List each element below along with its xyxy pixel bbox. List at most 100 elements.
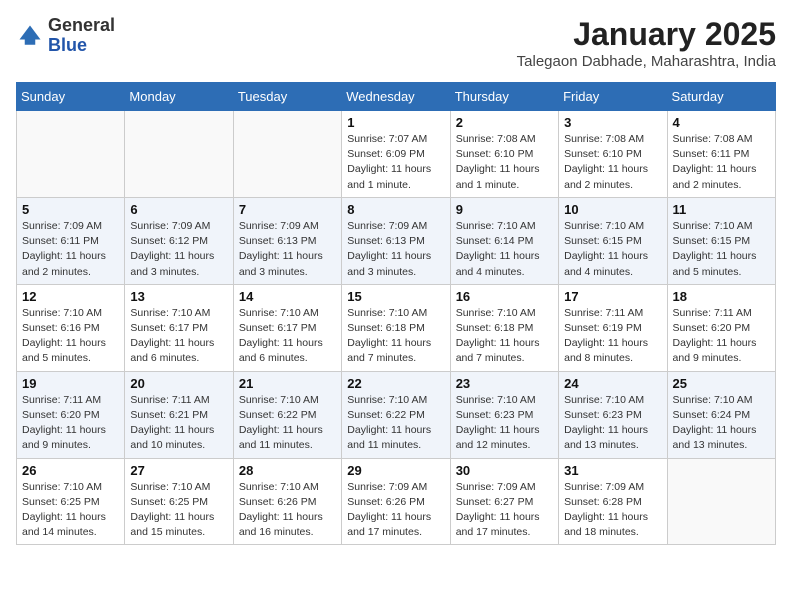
day-info: Sunrise: 7:10 AM Sunset: 6:26 PM Dayligh… (239, 480, 336, 541)
day-number: 12 (22, 289, 119, 304)
day-info: Sunrise: 7:08 AM Sunset: 6:10 PM Dayligh… (564, 132, 661, 193)
calendar-header-row: Sunday Monday Tuesday Wednesday Thursday… (17, 83, 776, 111)
logo: General Blue (16, 16, 115, 56)
day-number: 18 (673, 289, 770, 304)
day-number: 1 (347, 115, 444, 130)
day-number: 20 (130, 376, 227, 391)
col-thursday: Thursday (450, 83, 558, 111)
table-row: 1Sunrise: 7:07 AM Sunset: 6:09 PM Daylig… (342, 111, 450, 198)
table-row (667, 458, 775, 545)
day-info: Sunrise: 7:10 AM Sunset: 6:24 PM Dayligh… (673, 393, 770, 454)
table-row: 30 Sunrise: 7:09 AM Sunset: 6:27 PM Dayli… (450, 458, 558, 545)
day-number: 25 (673, 376, 770, 391)
table-row: 20 Sunrise: 7:11 AM Sunset: 6:21 PM Dayli… (125, 371, 233, 458)
day-number: 13 (130, 289, 227, 304)
day-number: 29 (347, 463, 444, 478)
day-number: 15 (347, 289, 444, 304)
day-number: 2 (456, 115, 553, 130)
table-row: 17 Sunrise: 7:11 AM Sunset: 6:19 PM Dayli… (559, 284, 667, 371)
table-row: 9Sunrise: 7:10 AM Sunset: 6:14 PM Daylig… (450, 197, 558, 284)
day-info: Sunrise: 7:09 AM Sunset: 6:12 PM Dayligh… (130, 219, 227, 280)
table-row: 31 Sunrise: 7:09 AM Sunset: 6:28 PM Dayli… (559, 458, 667, 545)
day-info: Sunrise: 7:10 AM Sunset: 6:22 PM Dayligh… (239, 393, 336, 454)
day-number: 17 (564, 289, 661, 304)
logo-blue-text: Blue (48, 35, 87, 55)
table-row: 8 Sunrise: 7:09 AM Sunset: 6:13 PM Daylig… (342, 197, 450, 284)
table-row: 23Sunrise: 7:10 AM Sunset: 6:23 PM Dayli… (450, 371, 558, 458)
day-info: Sunrise: 7:09 AM Sunset: 6:13 PM Dayligh… (347, 219, 444, 280)
day-info: Sunrise: 7:10 AM Sunset: 6:17 PM Dayligh… (130, 306, 227, 367)
day-number: 23 (456, 376, 553, 391)
day-number: 11 (673, 202, 770, 217)
day-info: Sunrise: 7:10 AM Sunset: 6:16 PM Dayligh… (22, 306, 119, 367)
col-tuesday: Tuesday (233, 83, 341, 111)
col-saturday: Saturday (667, 83, 775, 111)
day-info: Sunrise: 7:09 AM Sunset: 6:13 PM Dayligh… (239, 219, 336, 280)
day-info: Sunrise: 7:10 AM Sunset: 6:22 PM Dayligh… (347, 393, 444, 454)
table-row: 14Sunrise: 7:10 AM Sunset: 6:17 PM Dayli… (233, 284, 341, 371)
col-monday: Monday (125, 83, 233, 111)
calendar-table: Sunday Monday Tuesday Wednesday Thursday… (16, 82, 776, 545)
table-row: 27 Sunrise: 7:10 AM Sunset: 6:25 PM Dayli… (125, 458, 233, 545)
day-number: 22 (347, 376, 444, 391)
day-number: 26 (22, 463, 119, 478)
month-year-title: January 2025 (517, 16, 776, 53)
table-row: 12 Sunrise: 7:10 AM Sunset: 6:16 PM Dayli… (17, 284, 125, 371)
table-row: 6 Sunrise: 7:09 AM Sunset: 6:12 PM Daylig… (125, 197, 233, 284)
day-number: 14 (239, 289, 336, 304)
day-info: Sunrise: 7:11 AM Sunset: 6:21 PM Dayligh… (130, 393, 227, 454)
col-friday: Friday (559, 83, 667, 111)
day-info: Sunrise: 7:10 AM Sunset: 6:15 PM Dayligh… (564, 219, 661, 280)
day-number: 7 (239, 202, 336, 217)
day-info: Sunrise: 7:10 AM Sunset: 6:25 PM Dayligh… (22, 480, 119, 541)
table-row: 19 Sunrise: 7:11 AM Sunset: 6:20 PM Dayli… (17, 371, 125, 458)
day-info: Sunrise: 7:09 AM Sunset: 6:28 PM Dayligh… (564, 480, 661, 541)
table-row: 5Sunrise: 7:09 AM Sunset: 6:11 PM Daylig… (17, 197, 125, 284)
location-subtitle: Talegaon Dabhade, Maharashtra, India (517, 53, 776, 70)
table-row: 16Sunrise: 7:10 AM Sunset: 6:18 PM Dayli… (450, 284, 558, 371)
table-row: 13 Sunrise: 7:10 AM Sunset: 6:17 PM Dayli… (125, 284, 233, 371)
table-row: 2Sunrise: 7:08 AM Sunset: 6:10 PM Daylig… (450, 111, 558, 198)
day-number: 6 (130, 202, 227, 217)
calendar-week-row: 19 Sunrise: 7:11 AM Sunset: 6:20 PM Dayli… (17, 371, 776, 458)
day-number: 30 (456, 463, 553, 478)
day-number: 5 (22, 202, 119, 217)
day-info: Sunrise: 7:10 AM Sunset: 6:18 PM Dayligh… (347, 306, 444, 367)
table-row: 21 Sunrise: 7:10 AM Sunset: 6:22 PM Dayli… (233, 371, 341, 458)
table-row: 28Sunrise: 7:10 AM Sunset: 6:26 PM Dayli… (233, 458, 341, 545)
table-row (17, 111, 125, 198)
logo-general-text: General (48, 15, 115, 35)
table-row: 15 Sunrise: 7:10 AM Sunset: 6:18 PM Dayli… (342, 284, 450, 371)
logo-icon (16, 22, 44, 50)
table-row: 26 Sunrise: 7:10 AM Sunset: 6:25 PM Dayli… (17, 458, 125, 545)
day-info: Sunrise: 7:10 AM Sunset: 6:23 PM Dayligh… (564, 393, 661, 454)
table-row (233, 111, 341, 198)
day-info: Sunrise: 7:11 AM Sunset: 6:20 PM Dayligh… (22, 393, 119, 454)
day-info: Sunrise: 7:11 AM Sunset: 6:19 PM Dayligh… (564, 306, 661, 367)
page-header: General Blue January 2025 Talegaon Dabha… (16, 16, 776, 70)
table-row: 11 Sunrise: 7:10 AM Sunset: 6:15 PM Dayli… (667, 197, 775, 284)
table-row: 3 Sunrise: 7:08 AM Sunset: 6:10 PM Daylig… (559, 111, 667, 198)
day-info: Sunrise: 7:10 AM Sunset: 6:15 PM Dayligh… (673, 219, 770, 280)
day-info: Sunrise: 7:09 AM Sunset: 6:27 PM Dayligh… (456, 480, 553, 541)
day-number: 19 (22, 376, 119, 391)
calendar-week-row: 5Sunrise: 7:09 AM Sunset: 6:11 PM Daylig… (17, 197, 776, 284)
day-number: 9 (456, 202, 553, 217)
day-info: Sunrise: 7:11 AM Sunset: 6:20 PM Dayligh… (673, 306, 770, 367)
day-info: Sunrise: 7:10 AM Sunset: 6:25 PM Dayligh… (130, 480, 227, 541)
calendar-week-row: 1Sunrise: 7:07 AM Sunset: 6:09 PM Daylig… (17, 111, 776, 198)
calendar-week-row: 12 Sunrise: 7:10 AM Sunset: 6:16 PM Dayli… (17, 284, 776, 371)
table-row: 10Sunrise: 7:10 AM Sunset: 6:15 PM Dayli… (559, 197, 667, 284)
day-number: 3 (564, 115, 661, 130)
table-row: 4Sunrise: 7:08 AM Sunset: 6:11 PM Daylig… (667, 111, 775, 198)
calendar-week-row: 26 Sunrise: 7:10 AM Sunset: 6:25 PM Dayli… (17, 458, 776, 545)
col-sunday: Sunday (17, 83, 125, 111)
day-number: 27 (130, 463, 227, 478)
table-row: 7 Sunrise: 7:09 AM Sunset: 6:13 PM Daylig… (233, 197, 341, 284)
day-number: 16 (456, 289, 553, 304)
day-number: 8 (347, 202, 444, 217)
title-block: January 2025 Talegaon Dabhade, Maharasht… (517, 16, 776, 70)
day-number: 21 (239, 376, 336, 391)
day-info: Sunrise: 7:08 AM Sunset: 6:11 PM Dayligh… (673, 132, 770, 193)
day-number: 31 (564, 463, 661, 478)
